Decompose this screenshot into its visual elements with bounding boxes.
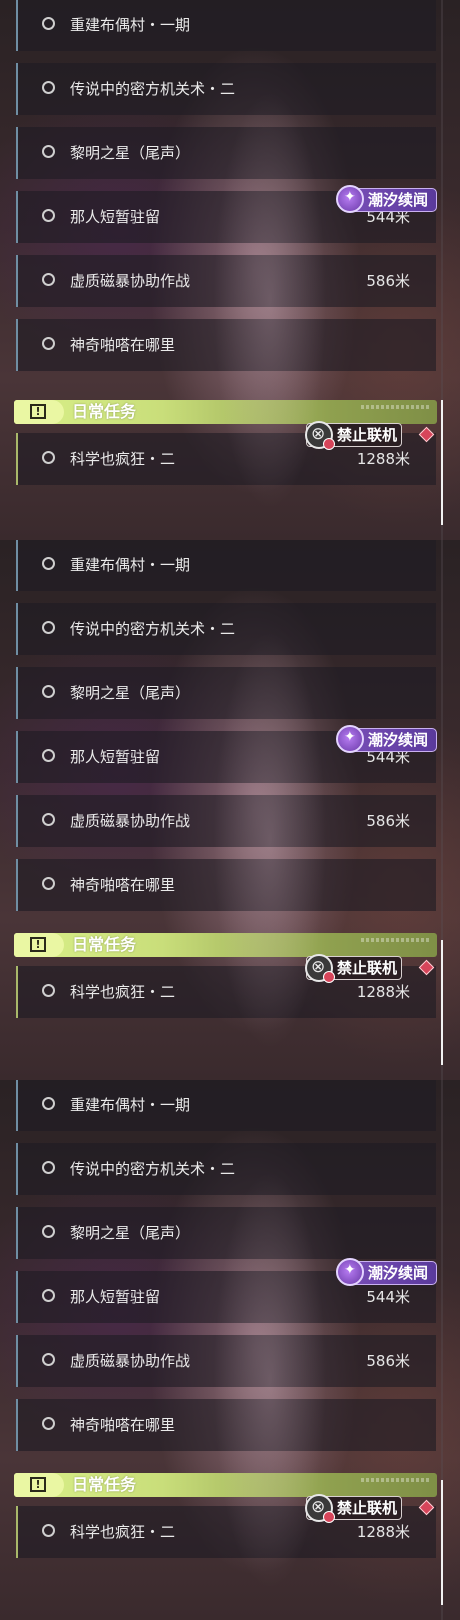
no-coop-icon (305, 421, 335, 450)
quest-title: 虚质磁暴协助作战 (70, 812, 191, 830)
daily-quest-header[interactable]: ! 日常任务 (14, 933, 437, 957)
quest-status-circle-icon (42, 685, 55, 698)
quest-row[interactable]: 重建布偶村・一期 (16, 0, 436, 51)
quest-title: 虚质磁暴协助作战 (70, 1352, 191, 1370)
header-decoration (361, 1478, 431, 1482)
quest-title: 黎明之星（尾声） (70, 1224, 191, 1242)
quest-status-circle-icon (42, 557, 55, 570)
quest-panel-1: 重建布偶村・一期 传说中的密方机关术・二 黎明之星（尾声） 潮汐续闻 那人短暂驻… (0, 0, 460, 540)
no-coop-badge: 禁止联机 (305, 421, 402, 450)
quest-title: 神奇啪嗒在哪里 (70, 1416, 176, 1434)
quest-row[interactable]: 传说中的密方机关术・二 (16, 1143, 436, 1195)
quest-title: 那人短暂驻留 (70, 748, 161, 766)
quest-status-circle-icon (42, 984, 55, 997)
tide-sequel-label: 潮汐续闻 (368, 1264, 429, 1282)
quest-title: 科学也疯狂・二 (70, 1523, 176, 1541)
scrollbar-thumb[interactable] (441, 400, 443, 525)
tide-sequel-badge: 潮汐续闻 (336, 185, 437, 213)
quest-title: 重建布偶村・一期 (70, 556, 191, 574)
quest-distance: 586米 (366, 1352, 410, 1370)
no-coop-icon (305, 1494, 335, 1523)
quest-panel-2: 重建布偶村・一期 传说中的密方机关术・二 黎明之星（尾声） 潮汐续闻 那人短暂驻… (0, 540, 460, 1080)
quest-status-circle-icon (42, 209, 55, 222)
quest-title: 神奇啪嗒在哪里 (70, 336, 176, 354)
header-decoration (361, 405, 431, 409)
tide-sequel-label: 潮汐续闻 (368, 191, 429, 209)
quest-row[interactable]: 虚质磁暴协助作战 586米 (16, 255, 436, 307)
no-coop-label: 禁止联机 (337, 1499, 398, 1517)
quest-status-circle-icon (42, 813, 55, 826)
quest-status-circle-icon (42, 273, 55, 286)
daily-quest-header-title: 日常任务 (72, 402, 137, 421)
no-coop-label: 禁止联机 (337, 426, 398, 444)
daily-quest-header-title: 日常任务 (72, 935, 137, 954)
quest-title: 那人短暂驻留 (70, 208, 161, 226)
tide-sequel-icon (336, 185, 364, 213)
daily-quest-header[interactable]: ! 日常任务 (14, 1473, 437, 1497)
daily-quest-icon: ! (14, 400, 64, 424)
quest-status-circle-icon (42, 17, 55, 30)
quest-title: 神奇啪嗒在哪里 (70, 876, 176, 894)
header-decoration (361, 938, 431, 942)
scrollbar-thumb[interactable] (441, 1480, 443, 1605)
quest-row[interactable]: 重建布偶村・一期 (16, 540, 436, 591)
quest-title: 黎明之星（尾声） (70, 684, 191, 702)
quest-distance: 586米 (366, 272, 410, 290)
tide-sequel-badge: 潮汐续闻 (336, 725, 437, 753)
quest-row[interactable]: 黎明之星（尾声） (16, 127, 436, 179)
tide-sequel-icon (336, 1258, 364, 1286)
quest-title: 重建布偶村・一期 (70, 1096, 191, 1114)
quest-title: 科学也疯狂・二 (70, 450, 176, 468)
quest-row[interactable]: 黎明之星（尾声） (16, 667, 436, 719)
daily-quest-icon: ! (14, 1473, 64, 1497)
quest-title: 传说中的密方机关术・二 (70, 1160, 236, 1178)
no-coop-label: 禁止联机 (337, 959, 398, 977)
quest-status-circle-icon (42, 749, 55, 762)
quest-row[interactable]: 虚质磁暴协助作战 586米 (16, 795, 436, 847)
quest-distance: 586米 (366, 812, 410, 830)
quest-status-circle-icon (42, 81, 55, 94)
quest-title: 黎明之星（尾声） (70, 144, 191, 162)
scrollbar-thumb[interactable] (441, 940, 443, 1065)
quest-panel-3: 重建布偶村・一期 传说中的密方机关术・二 黎明之星（尾声） 潮汐续闻 那人短暂驻… (0, 1080, 460, 1620)
quest-row[interactable]: 传说中的密方机关术・二 (16, 63, 436, 115)
quest-row[interactable]: 黎明之星（尾声） (16, 1207, 436, 1259)
quest-status-circle-icon (42, 1353, 55, 1366)
quest-title: 传说中的密方机关术・二 (70, 80, 236, 98)
no-coop-badge: 禁止联机 (305, 954, 402, 983)
quest-title: 那人短暂驻留 (70, 1288, 161, 1306)
quest-status-circle-icon (42, 621, 55, 634)
tide-sequel-label: 潮汐续闻 (368, 731, 429, 749)
tide-sequel-badge: 潮汐续闻 (336, 1258, 437, 1286)
quest-title: 传说中的密方机关术・二 (70, 620, 236, 638)
quest-title: 科学也疯狂・二 (70, 983, 176, 1001)
quest-status-circle-icon (42, 337, 55, 350)
quest-status-circle-icon (42, 1417, 55, 1430)
quest-row[interactable]: 神奇啪嗒在哪里 (16, 1399, 436, 1451)
tide-sequel-icon (336, 725, 364, 753)
daily-quest-header[interactable]: ! 日常任务 (14, 400, 437, 424)
quest-status-circle-icon (42, 451, 55, 464)
quest-status-circle-icon (42, 1161, 55, 1174)
quest-status-circle-icon (42, 145, 55, 158)
no-coop-badge: 禁止联机 (305, 1494, 402, 1523)
no-coop-icon (305, 954, 335, 983)
quest-row[interactable]: 重建布偶村・一期 (16, 1080, 436, 1131)
quest-row[interactable]: 传说中的密方机关术・二 (16, 603, 436, 655)
quest-status-circle-icon (42, 1289, 55, 1302)
quest-title: 重建布偶村・一期 (70, 16, 191, 34)
quest-status-circle-icon (42, 1225, 55, 1238)
quest-status-circle-icon (42, 1097, 55, 1110)
quest-title: 虚质磁暴协助作战 (70, 272, 191, 290)
quest-row[interactable]: 虚质磁暴协助作战 586米 (16, 1335, 436, 1387)
quest-row[interactable]: 神奇啪嗒在哪里 (16, 319, 436, 371)
quest-status-circle-icon (42, 1524, 55, 1537)
quest-row[interactable]: 神奇啪嗒在哪里 (16, 859, 436, 911)
daily-quest-header-title: 日常任务 (72, 1475, 137, 1494)
daily-quest-icon: ! (14, 933, 64, 957)
quest-status-circle-icon (42, 877, 55, 890)
